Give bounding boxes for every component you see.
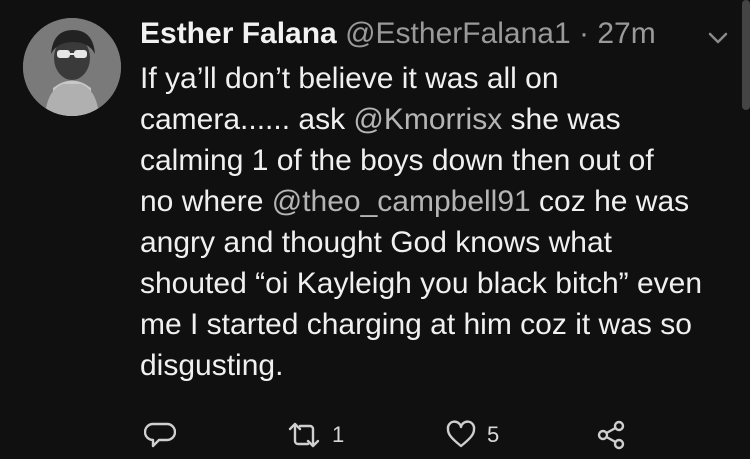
tweet-actions: 1 5	[140, 413, 740, 457]
mention-link[interactable]: @Kmorrisx	[353, 103, 502, 136]
text-segment: angry and thought God knows what	[140, 226, 612, 259]
tweet-header: Esther Falana @EstherFalana1 · 27m	[140, 14, 656, 54]
chevron-down-icon[interactable]	[704, 24, 732, 52]
text-segment: disgusting.	[140, 349, 284, 382]
text-segment: she was	[502, 103, 621, 136]
tweet-line: If ya’ll don’t believe it was all on	[140, 58, 740, 99]
tweet-line: angry and thought God knows what	[140, 222, 740, 263]
heart-icon	[446, 420, 476, 448]
text-segment: shouted “oi Kayleigh you black bitch” ev…	[140, 267, 703, 300]
tweet-line: disgusting.	[140, 345, 740, 386]
timestamp[interactable]: 27m	[597, 17, 655, 50]
text-segment: me I started charging at him coz it was …	[140, 308, 692, 341]
tweet-line: shouted “oi Kayleigh you black bitch” ev…	[140, 263, 740, 304]
retweet-button[interactable]: 1	[286, 413, 344, 457]
display-name[interactable]: Esther Falana	[140, 17, 337, 50]
retweet-icon	[288, 422, 320, 448]
tweet-text: If ya’ll don’t believe it was all on cam…	[140, 58, 740, 386]
avatar[interactable]	[23, 18, 121, 116]
tweet[interactable]: Esther Falana @EstherFalana1 · 27m If ya…	[0, 0, 750, 459]
text-segment: camera...... ask	[140, 103, 354, 136]
like-button[interactable]: 5	[445, 413, 499, 457]
text-segment: no where	[140, 185, 272, 218]
text-segment: If ya’ll don’t believe it was all on	[140, 62, 559, 95]
tweet-line: me I started charging at him coz it was …	[140, 304, 740, 345]
tweet-line: no where @theo_campbell91 coz he was	[140, 181, 740, 222]
share-icon	[597, 420, 625, 450]
mention-link[interactable]: @theo_campbell91	[272, 185, 531, 218]
retweet-count: 1	[332, 422, 345, 447]
user-handle[interactable]: @EstherFalana1	[345, 17, 571, 50]
reply-icon	[144, 422, 176, 448]
separator-dot: ·	[579, 17, 590, 50]
share-button[interactable]	[595, 413, 627, 457]
scrollbar[interactable]	[742, 0, 750, 110]
tweet-line: camera...... ask @Kmorrisx she was	[140, 99, 740, 140]
reply-button[interactable]	[144, 413, 176, 457]
like-count: 5	[487, 422, 500, 447]
text-segment: coz he was	[530, 185, 690, 218]
tweet-line: calming 1 of the boys down then out of	[140, 140, 740, 181]
text-segment: calming 1 of the boys down then out of	[140, 144, 654, 177]
